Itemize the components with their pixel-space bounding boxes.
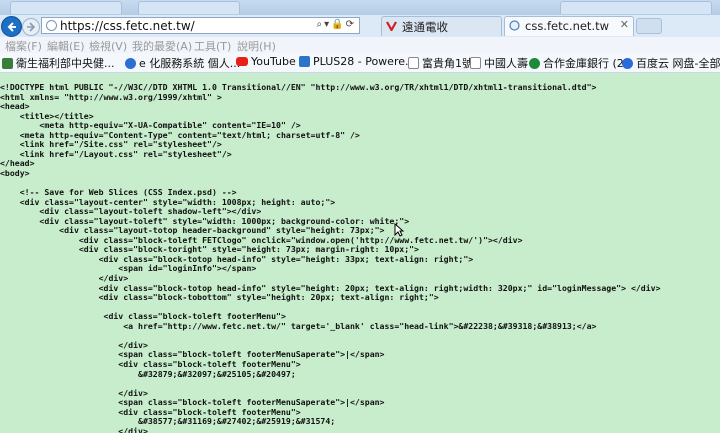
menu-help[interactable]: 說明(H) bbox=[237, 38, 276, 54]
forward-button[interactable] bbox=[22, 18, 40, 36]
background-window-tab bbox=[10, 1, 122, 14]
arrow-right-icon bbox=[27, 22, 36, 32]
source-line: <div class="block-tobottom" style="heigh… bbox=[0, 292, 439, 303]
tab-label: css.fetc.net.tw bbox=[525, 19, 610, 33]
favorite-item[interactable]: 富貴角1號 bbox=[408, 55, 473, 71]
source-line: <!DOCTYPE html PUBLIC "-//W3C//DTD XHTML… bbox=[0, 82, 597, 92]
search-icon[interactable]: ⌕ bbox=[317, 19, 325, 30]
source-line: <title></title> bbox=[0, 110, 94, 121]
source-line: </div> bbox=[0, 387, 148, 398]
source-line: <body> bbox=[0, 167, 30, 178]
source-line: <div class="layout-toleft" style="width:… bbox=[0, 215, 410, 226]
favorite-label: 富貴角1號 bbox=[422, 57, 473, 70]
arrow-left-icon bbox=[7, 21, 16, 32]
favorite-item[interactable]: 合作金庫銀行 (2) bbox=[529, 55, 628, 71]
page-icon bbox=[509, 20, 520, 31]
source-line: <!-- Save for Web Slices (CSS Index.psd)… bbox=[0, 187, 237, 198]
favorite-label: 合作金庫銀行 (2) bbox=[543, 57, 629, 70]
source-line: <html xmlns= "http://www.w3.org/1999/xht… bbox=[0, 91, 222, 102]
favorite-label: 中國人壽 bbox=[484, 57, 528, 70]
source-line: <div class="block-toleft FETClogo" oncli… bbox=[0, 234, 523, 245]
background-window-tab bbox=[560, 1, 712, 14]
favorite-item[interactable]: PLUS28 - Powere... bbox=[299, 55, 415, 68]
menu-file[interactable]: 檔案(F) bbox=[5, 38, 42, 54]
menu-view[interactable]: 檢視(V) bbox=[89, 38, 127, 54]
source-line: <div class="layout-center" style="width:… bbox=[0, 196, 336, 207]
tab-css-fetc[interactable]: css.fetc.net.tw ✕ bbox=[504, 16, 634, 36]
source-line: <span class="block-toleft footerMenuSape… bbox=[0, 397, 385, 408]
source-line: </div> bbox=[0, 273, 129, 283]
favorite-label: e 化服務系統 個人... bbox=[139, 57, 241, 70]
source-line: <head> bbox=[0, 101, 30, 112]
menu-tools[interactable]: 工具(T) bbox=[194, 38, 231, 54]
favorite-label: PLUS28 - Powere... bbox=[313, 55, 416, 68]
plus-icon bbox=[299, 56, 310, 67]
favorite-label: 百度云 网盘-全部... bbox=[636, 57, 720, 70]
page-source-view[interactable]: <!DOCTYPE html PUBLIC "-//W3C//DTD XHTML… bbox=[0, 73, 720, 433]
baidu-icon bbox=[622, 57, 633, 69]
favorite-item[interactable]: e 化服務系統 個人... bbox=[125, 55, 240, 71]
source-line: <div class="block-toleft footerMenu"> bbox=[0, 358, 301, 369]
page-icon bbox=[408, 57, 419, 69]
favorite-item[interactable]: YouTube bbox=[236, 55, 296, 68]
source-line: <div class="layout-toleft shadow-left"><… bbox=[0, 206, 262, 217]
refresh-icon[interactable]: ⟳ bbox=[346, 19, 356, 30]
youtube-icon bbox=[236, 57, 248, 66]
address-bar-controls: ⌕▾🔒⟳ bbox=[317, 19, 356, 30]
menu-edit[interactable]: 編輯(E) bbox=[47, 38, 85, 54]
lock-icon[interactable]: 🔒 bbox=[331, 19, 345, 30]
background-window-tab bbox=[138, 1, 240, 14]
tab-vee[interactable]: 遠通電收 bbox=[381, 16, 502, 36]
source-line: <meta http-equiv="X-UA-Compatible" conte… bbox=[0, 120, 301, 131]
tab-label: 遠通電收 bbox=[402, 20, 448, 34]
source-line: <div class="block-toright" style="height… bbox=[0, 244, 419, 255]
menu-bar: 檔案(F) 編輯(E) 檢視(V) 我的最愛(A) 工具(T) 說明(H) bbox=[0, 37, 720, 53]
source-line: <meta http-equiv="Content-Type" content=… bbox=[0, 129, 360, 140]
source-line: <link href="/Layout.css" rel="stylesheet… bbox=[0, 148, 232, 159]
source-line: &#38577;&#31169;&#27402;&#25919;&#31574; bbox=[0, 416, 336, 427]
address-url[interactable]: https://css.fetc.net.tw/ bbox=[60, 19, 195, 33]
source-line: <div class="block-toleft footerMenu"> bbox=[0, 406, 301, 417]
address-bar[interactable]: https://css.fetc.net.tw/ ⌕▾🔒⟳ bbox=[41, 17, 360, 34]
favorite-label: 衛生福利部中央健... bbox=[16, 57, 115, 70]
source-line: </div> bbox=[0, 339, 148, 350]
favorite-label: YouTube bbox=[251, 55, 296, 68]
source-line: &#32879;&#32097;&#25105;&#20497; bbox=[0, 368, 296, 379]
favorites-bar: 衛生福利部中央健... e 化服務系統 個人... YouTube PLUS28… bbox=[0, 53, 720, 73]
source-line: <div class="block-toleft footerMenu"> bbox=[0, 311, 286, 322]
source-line: <span id="loginInfo"></span> bbox=[0, 263, 257, 274]
favorite-item[interactable]: 百度云 网盘-全部... bbox=[622, 55, 720, 71]
source-line: <link href="/Site.css" rel="stylesheet"/… bbox=[0, 139, 222, 150]
bank-icon bbox=[529, 57, 540, 69]
favorite-item[interactable]: 衛生福利部中央健... bbox=[2, 55, 115, 71]
ie-icon bbox=[125, 57, 136, 69]
source-line: <span class="block-toleft footerMenuSape… bbox=[0, 349, 385, 360]
source-line: <div class="block-totop head-info" style… bbox=[0, 282, 661, 293]
page-icon bbox=[470, 57, 481, 69]
globe-icon bbox=[46, 20, 57, 31]
source-line: <a href="http://www.fetc.net.tw/" target… bbox=[0, 320, 597, 331]
source-line: </div> bbox=[0, 425, 148, 433]
menu-favorites[interactable]: 我的最愛(A) bbox=[132, 38, 192, 54]
new-tab-button[interactable] bbox=[636, 18, 662, 34]
source-line: <div class="layout-totop header-backgrou… bbox=[0, 225, 385, 236]
back-button[interactable] bbox=[1, 16, 22, 37]
site-icon bbox=[2, 57, 13, 69]
source-line: <div class="block-totop head-info" style… bbox=[0, 253, 474, 264]
window-titlebar bbox=[0, 0, 720, 15]
mouse-cursor-icon bbox=[394, 223, 404, 237]
close-icon[interactable]: ✕ bbox=[620, 18, 629, 31]
favorite-item[interactable]: 中國人壽 bbox=[470, 55, 528, 71]
vee-favicon-icon bbox=[386, 21, 397, 31]
source-line: </head> bbox=[0, 158, 35, 169]
